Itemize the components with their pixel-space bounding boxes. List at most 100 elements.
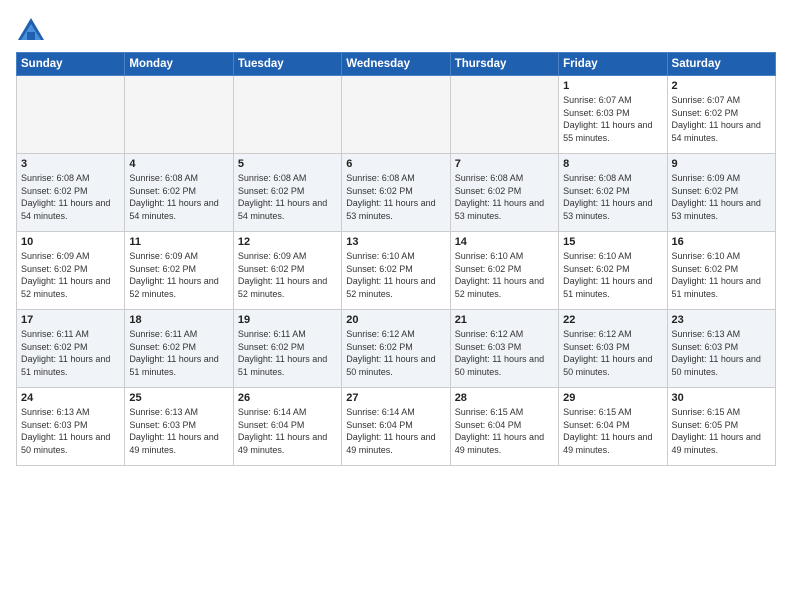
header — [16, 16, 776, 46]
day-info: Sunrise: 6:13 AMSunset: 6:03 PMDaylight:… — [21, 406, 120, 456]
calendar-day: 6 Sunrise: 6:08 AMSunset: 6:02 PMDaylight… — [342, 154, 450, 232]
day-info: Sunrise: 6:14 AMSunset: 6:04 PMDaylight:… — [346, 406, 445, 456]
day-header-saturday: Saturday — [667, 53, 775, 76]
day-info: Sunrise: 6:07 AMSunset: 6:03 PMDaylight:… — [563, 94, 662, 144]
day-info: Sunrise: 6:08 AMSunset: 6:02 PMDaylight:… — [563, 172, 662, 222]
calendar-day — [125, 76, 233, 154]
day-info: Sunrise: 6:10 AMSunset: 6:02 PMDaylight:… — [455, 250, 554, 300]
day-number: 2 — [672, 80, 771, 92]
calendar-day — [342, 76, 450, 154]
calendar-day: 16 Sunrise: 6:10 AMSunset: 6:02 PMDayligh… — [667, 232, 775, 310]
day-number: 3 — [21, 158, 120, 170]
logo-icon — [16, 16, 46, 46]
day-number: 9 — [672, 158, 771, 170]
day-number: 24 — [21, 392, 120, 404]
day-info: Sunrise: 6:10 AMSunset: 6:02 PMDaylight:… — [346, 250, 445, 300]
calendar-day: 4Sunrise: 6:08 AMSunset: 6:02 PMDaylight… — [125, 154, 233, 232]
day-info: Sunrise: 6:11 AMSunset: 6:02 PMDaylight:… — [21, 328, 120, 378]
calendar-week-row: 10 Sunrise: 6:09 AMSunset: 6:02 PMDayligh… — [17, 232, 776, 310]
day-number: 17 — [21, 314, 120, 326]
day-info: Sunrise: 6:08 AMSunset: 6:02 PMDaylight:… — [346, 172, 445, 222]
day-info: Sunrise: 6:13 AMSunset: 6:03 PMDaylight:… — [672, 328, 771, 378]
day-header-friday: Friday — [559, 53, 667, 76]
day-info: Sunrise: 6:09 AMSunset: 6:02 PMDaylight:… — [238, 250, 337, 300]
day-number: 10 — [21, 236, 120, 248]
calendar-day: 11 Sunrise: 6:09 AMSunset: 6:02 PMDayligh… — [125, 232, 233, 310]
day-info: Sunrise: 6:12 AMSunset: 6:03 PMDaylight:… — [563, 328, 662, 378]
day-info: Sunrise: 6:08 AMSunset: 6:02 PMDaylight:… — [238, 172, 337, 222]
day-number: 22 — [563, 314, 662, 326]
calendar-day: 3 Sunrise: 6:08 AMSunset: 6:02 PMDaylight… — [17, 154, 125, 232]
calendar: SundayMondayTuesdayWednesdayThursdayFrid… — [16, 52, 776, 466]
day-info: Sunrise: 6:14 AMSunset: 6:04 PMDaylight:… — [238, 406, 337, 456]
day-header-sunday: Sunday — [17, 53, 125, 76]
day-number: 5 — [238, 158, 337, 170]
calendar-day: 27 Sunrise: 6:14 AMSunset: 6:04 PMDayligh… — [342, 388, 450, 466]
day-info: Sunrise: 6:11 AMSunset: 6:02 PMDaylight:… — [238, 328, 337, 378]
day-number: 11 — [129, 236, 228, 248]
calendar-day — [233, 76, 341, 154]
calendar-header-row: SundayMondayTuesdayWednesdayThursdayFrid… — [17, 53, 776, 76]
day-number: 18 — [129, 314, 228, 326]
day-info: Sunrise: 6:13 AMSunset: 6:03 PMDaylight:… — [129, 406, 228, 456]
calendar-day: 23Sunrise: 6:13 AMSunset: 6:03 PMDayligh… — [667, 310, 775, 388]
day-number: 29 — [563, 392, 662, 404]
day-info: Sunrise: 6:12 AMSunset: 6:03 PMDaylight:… — [455, 328, 554, 378]
day-info: Sunrise: 6:10 AMSunset: 6:02 PMDaylight:… — [563, 250, 662, 300]
logo — [16, 16, 49, 46]
day-info: Sunrise: 6:08 AMSunset: 6:02 PMDaylight:… — [455, 172, 554, 222]
calendar-day: 8 Sunrise: 6:08 AMSunset: 6:02 PMDaylight… — [559, 154, 667, 232]
calendar-day: 25 Sunrise: 6:13 AMSunset: 6:03 PMDayligh… — [125, 388, 233, 466]
day-number: 20 — [346, 314, 445, 326]
day-number: 19 — [238, 314, 337, 326]
calendar-day: 30Sunrise: 6:15 AMSunset: 6:05 PMDayligh… — [667, 388, 775, 466]
calendar-week-row: 24 Sunrise: 6:13 AMSunset: 6:03 PMDayligh… — [17, 388, 776, 466]
calendar-week-row: 17 Sunrise: 6:11 AMSunset: 6:02 PMDayligh… — [17, 310, 776, 388]
day-info: Sunrise: 6:12 AMSunset: 6:02 PMDaylight:… — [346, 328, 445, 378]
day-info: Sunrise: 6:09 AMSunset: 6:02 PMDaylight:… — [672, 172, 771, 222]
day-info: Sunrise: 6:10 AMSunset: 6:02 PMDaylight:… — [672, 250, 771, 300]
day-number: 26 — [238, 392, 337, 404]
calendar-day: 13 Sunrise: 6:10 AMSunset: 6:02 PMDayligh… — [342, 232, 450, 310]
day-info: Sunrise: 6:15 AMSunset: 6:04 PMDaylight:… — [455, 406, 554, 456]
day-number: 14 — [455, 236, 554, 248]
calendar-day: 12Sunrise: 6:09 AMSunset: 6:02 PMDayligh… — [233, 232, 341, 310]
day-number: 27 — [346, 392, 445, 404]
calendar-day: 20 Sunrise: 6:12 AMSunset: 6:02 PMDayligh… — [342, 310, 450, 388]
calendar-day: 26 Sunrise: 6:14 AMSunset: 6:04 PMDayligh… — [233, 388, 341, 466]
calendar-day: 7 Sunrise: 6:08 AMSunset: 6:02 PMDaylight… — [450, 154, 558, 232]
calendar-day — [450, 76, 558, 154]
day-header-thursday: Thursday — [450, 53, 558, 76]
calendar-day: 9 Sunrise: 6:09 AMSunset: 6:02 PMDaylight… — [667, 154, 775, 232]
day-info: Sunrise: 6:15 AMSunset: 6:04 PMDaylight:… — [563, 406, 662, 456]
day-number: 8 — [563, 158, 662, 170]
day-info: Sunrise: 6:09 AMSunset: 6:02 PMDaylight:… — [21, 250, 120, 300]
day-number: 6 — [346, 158, 445, 170]
day-info: Sunrise: 6:09 AMSunset: 6:02 PMDaylight:… — [129, 250, 228, 300]
calendar-day: 10 Sunrise: 6:09 AMSunset: 6:02 PMDayligh… — [17, 232, 125, 310]
day-number: 13 — [346, 236, 445, 248]
calendar-day: 18Sunrise: 6:11 AMSunset: 6:02 PMDayligh… — [125, 310, 233, 388]
calendar-day: 2 Sunrise: 6:07 AMSunset: 6:02 PMDaylight… — [667, 76, 775, 154]
day-info: Sunrise: 6:08 AMSunset: 6:02 PMDaylight:… — [21, 172, 120, 222]
day-header-tuesday: Tuesday — [233, 53, 341, 76]
day-number: 25 — [129, 392, 228, 404]
day-number: 16 — [672, 236, 771, 248]
calendar-day: 29 Sunrise: 6:15 AMSunset: 6:04 PMDayligh… — [559, 388, 667, 466]
calendar-day: 19 Sunrise: 6:11 AMSunset: 6:02 PMDayligh… — [233, 310, 341, 388]
day-header-monday: Monday — [125, 53, 233, 76]
day-info: Sunrise: 6:15 AMSunset: 6:05 PMDaylight:… — [672, 406, 771, 456]
day-number: 28 — [455, 392, 554, 404]
page: SundayMondayTuesdayWednesdayThursdayFrid… — [0, 0, 792, 612]
calendar-day — [17, 76, 125, 154]
day-number: 1 — [563, 80, 662, 92]
calendar-day: 5 Sunrise: 6:08 AMSunset: 6:02 PMDaylight… — [233, 154, 341, 232]
calendar-day: 1 Sunrise: 6:07 AMSunset: 6:03 PMDaylight… — [559, 76, 667, 154]
day-number: 7 — [455, 158, 554, 170]
day-number: 21 — [455, 314, 554, 326]
calendar-day: 14 Sunrise: 6:10 AMSunset: 6:02 PMDayligh… — [450, 232, 558, 310]
day-number: 4 — [129, 158, 228, 170]
day-info: Sunrise: 6:07 AMSunset: 6:02 PMDaylight:… — [672, 94, 771, 144]
calendar-day: 24 Sunrise: 6:13 AMSunset: 6:03 PMDayligh… — [17, 388, 125, 466]
calendar-day: 17 Sunrise: 6:11 AMSunset: 6:02 PMDayligh… — [17, 310, 125, 388]
